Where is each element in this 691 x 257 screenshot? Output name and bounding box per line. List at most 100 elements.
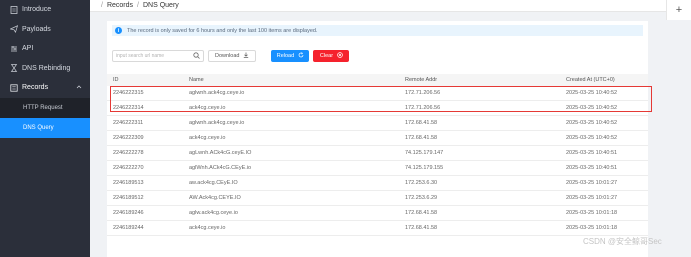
column-header-name: Name xyxy=(189,77,204,83)
sidebar-item-http-request[interactable]: HTTP Request xyxy=(0,98,90,118)
table-header: ID Name Remote Addr Created At (UTC+0) xyxy=(107,74,648,86)
column-header-remote-addr: Remote Addr xyxy=(405,77,438,83)
watermark: CSDN @安全鲸哥Sec xyxy=(583,237,662,246)
cell-created-at: 2025-03-25 10:01:27 xyxy=(566,195,618,201)
sidebar-item-label: HTTP Request xyxy=(23,104,63,111)
cell-id: 2246222278 xyxy=(113,150,144,156)
cell-name: ack4cg.ceye.io xyxy=(189,135,226,141)
sidebar-item-introduce[interactable]: Introduce xyxy=(0,0,90,20)
download-button[interactable]: Download xyxy=(208,50,257,62)
api-icon xyxy=(9,44,19,54)
breadcrumb-separator: / xyxy=(137,2,139,9)
cell-created-at: 2025-03-25 10:01:18 xyxy=(566,225,618,231)
cell-id: 2246189512 xyxy=(113,195,144,201)
column-header-created-at: Created At (UTC+0) xyxy=(566,77,615,83)
cell-remote-addr: 172.71.206.56 xyxy=(405,105,441,111)
sidebar-item-api[interactable]: API xyxy=(0,39,90,59)
records-submenu: HTTP Request DNS Query xyxy=(0,97,90,138)
sidebar-item-payloads[interactable]: Payloads xyxy=(0,20,90,40)
search-box xyxy=(112,50,204,62)
cell-remote-addr: 172.68.41.58 xyxy=(405,120,438,126)
breadcrumb-records[interactable]: Records xyxy=(107,2,133,9)
refresh-icon xyxy=(298,52,304,60)
sidebar-item-label: Payloads xyxy=(22,25,51,33)
toolbar: Download Reload Clear xyxy=(112,50,350,62)
cell-id: 2246222314 xyxy=(113,105,144,111)
cell-id: 2246222309 xyxy=(113,135,144,141)
cell-name: agLwnh.ACk4cG.ceyE.IO xyxy=(189,150,252,156)
plus-icon: + xyxy=(675,4,683,16)
table-row: 2246222315 aglwnh.ack4cg.ceye.io 172.71.… xyxy=(107,86,648,101)
reload-button[interactable]: Reload xyxy=(271,50,310,62)
table-row: 2246189513 aw.ack4cg.CEyE.IO 172.253.6.3… xyxy=(107,176,648,191)
info-alert-text: The record is only saved for 6 hours and… xyxy=(127,27,318,34)
cell-id: 2246189244 xyxy=(113,225,144,231)
cell-name: aw.ack4cg.CEyE.IO xyxy=(189,180,238,186)
cell-id: 2246222315 xyxy=(113,90,144,96)
cell-name: aglwnh.ack4cg.ceye.io xyxy=(189,90,245,96)
cell-remote-addr: 74.125.179.147 xyxy=(405,150,444,156)
download-icon xyxy=(243,52,249,60)
search-icon[interactable] xyxy=(193,51,200,61)
cell-name: ack4cg.ceye.io xyxy=(189,105,226,111)
cell-remote-addr: 172.253.6.30 xyxy=(405,180,438,186)
cell-remote-addr: 172.253.6.29 xyxy=(405,195,438,201)
cell-name: AW.Ack4cg.CEYE.IO xyxy=(189,195,241,201)
chevron-up-icon xyxy=(76,84,82,92)
sidebar-item-dns-rebinding[interactable]: DNS Rebinding xyxy=(0,59,90,79)
cell-name: aglWnh.ACk4cG.CEyE.io xyxy=(189,165,252,171)
search-input[interactable] xyxy=(116,53,186,59)
info-icon: i xyxy=(115,27,122,34)
cell-id: 2246189513 xyxy=(113,180,144,186)
sidebar: Introduce Payloads API DNS Rebinding Rec… xyxy=(0,0,90,257)
cell-created-at: 2025-03-25 10:40:52 xyxy=(566,105,618,111)
info-alert: i The record is only saved for 6 hours a… xyxy=(112,25,643,36)
sidebar-item-records-label-group: Records xyxy=(9,83,48,93)
cell-name: aglwnh.ack4cg.ceye.io xyxy=(189,120,245,126)
dns-query-panel: i The record is only saved for 6 hours a… xyxy=(107,21,648,257)
download-button-label: Download xyxy=(215,53,240,59)
clear-button[interactable]: Clear xyxy=(313,50,350,62)
breadcrumb: / Records / DNS Query xyxy=(90,0,666,12)
sidebar-item-dns-query[interactable]: DNS Query xyxy=(0,117,90,138)
cell-remote-addr: 172.68.41.58 xyxy=(405,225,438,231)
table-row: 2246189512 AW.Ack4cg.CEYE.IO 172.253.6.2… xyxy=(107,191,648,206)
add-button[interactable]: + xyxy=(666,0,691,20)
sidebar-item-label: DNS Rebinding xyxy=(22,64,71,72)
breadcrumb-separator: / xyxy=(101,2,103,9)
document-icon xyxy=(9,5,19,15)
clear-button-label: Clear xyxy=(319,53,334,59)
cell-created-at: 2025-03-25 10:40:51 xyxy=(566,150,618,156)
column-header-id: ID xyxy=(113,77,119,83)
sidebar-item-label: DNS Query xyxy=(23,124,54,131)
sidebar-item-label: Records xyxy=(22,84,49,92)
table-row: 2246222278 agLwnh.ACk4cG.ceyE.IO 74.125.… xyxy=(107,146,648,161)
cell-name: ack4cg.ceye.io xyxy=(189,225,226,231)
table-row: 2246189244 ack4cg.ceye.io 172.68.41.58 2… xyxy=(107,221,648,236)
cell-name: aglw.ack4cg.ceye.io xyxy=(189,210,238,216)
cell-created-at: 2025-03-25 10:40:52 xyxy=(566,135,618,141)
sidebar-item-label: Introduce xyxy=(22,6,52,14)
sidebar-item-label: API xyxy=(22,45,34,53)
cell-remote-addr: 172.71.206.56 xyxy=(405,90,441,96)
cell-id: 2246189246 xyxy=(113,210,144,216)
breadcrumb-current: DNS Query xyxy=(142,2,179,9)
hourglass-icon xyxy=(9,63,19,73)
records-icon xyxy=(9,83,19,93)
dns-records-table: ID Name Remote Addr Created At (UTC+0) 2… xyxy=(107,74,648,236)
cell-created-at: 2025-03-25 10:01:18 xyxy=(566,210,618,216)
cell-created-at: 2025-03-25 10:40:52 xyxy=(566,90,618,96)
table-row: 2246222311 aglwnh.ack4cg.ceye.io 172.68.… xyxy=(107,116,648,131)
cell-remote-addr: 172.68.41.58 xyxy=(405,135,438,141)
cell-created-at: 2025-03-25 10:40:51 xyxy=(566,165,618,171)
cell-created-at: 2025-03-25 10:01:27 xyxy=(566,180,618,186)
sidebar-item-records[interactable]: Records xyxy=(0,78,90,98)
table-row: 2246222309 ack4cg.ceye.io 172.68.41.58 2… xyxy=(107,131,648,146)
cell-remote-addr: 74.125.179.155 xyxy=(405,165,444,171)
reload-button-label: Reload xyxy=(276,53,295,59)
table-row: 2246222314 ack4cg.ceye.io 172.71.206.56 … xyxy=(107,101,648,116)
send-icon xyxy=(9,24,19,34)
close-circle-icon xyxy=(337,52,343,60)
cell-id: 2246222311 xyxy=(113,120,144,126)
cell-created-at: 2025-03-25 10:40:52 xyxy=(566,120,618,126)
